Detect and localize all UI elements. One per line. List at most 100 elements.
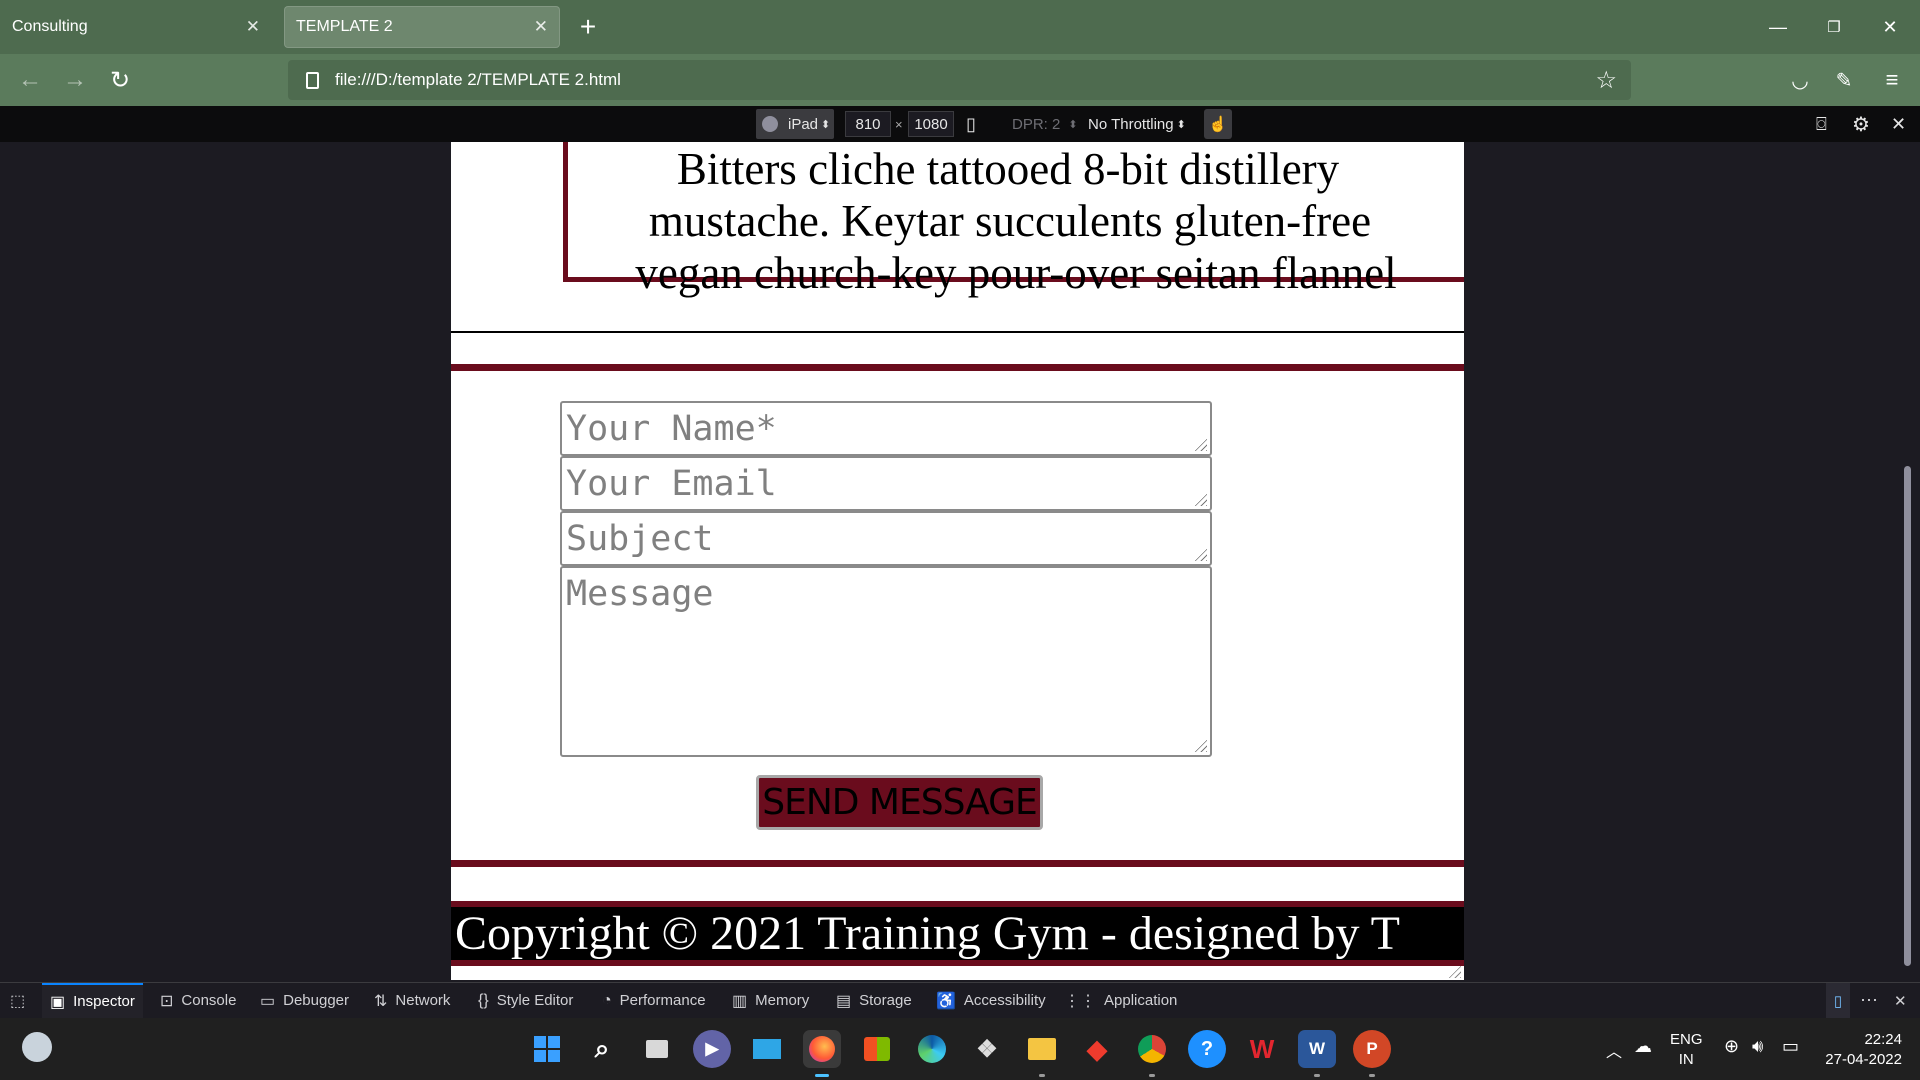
responsive-design-toolbar: iPad ⬍ 810 × 1080 ▯ DPR: 2 ⬍ No Throttling…: [0, 106, 1920, 142]
teams-icon[interactable]: ▶: [693, 1030, 731, 1068]
menu-icon[interactable]: ≡: [1874, 62, 1910, 98]
desktop-icon[interactable]: [748, 1030, 786, 1068]
store-icon[interactable]: [858, 1030, 896, 1068]
tab-accessibility[interactable]: ♿ Accessibility: [936, 983, 1046, 1018]
tab-console[interactable]: ⊡ Console: [160, 983, 236, 1018]
pick-element-icon[interactable]: ⬚: [10, 983, 25, 1018]
storage-icon: ▤: [836, 992, 852, 1010]
reload-icon[interactable]: ↻: [102, 62, 138, 98]
tab-label: Console: [181, 992, 237, 1009]
resize-grip-icon[interactable]: [1193, 437, 1207, 451]
accessibility-icon: ♿: [936, 992, 956, 1010]
device-selector[interactable]: iPad ⬍: [756, 109, 834, 139]
wps-icon[interactable]: W: [1243, 1030, 1281, 1068]
powerpoint-icon[interactable]: P: [1353, 1030, 1391, 1077]
onedrive-icon[interactable]: ☁: [1634, 1036, 1652, 1057]
dimension-separator: ×: [895, 116, 903, 132]
dpr-label: DPR: 2: [1012, 115, 1061, 133]
screenshot-icon[interactable]: ⌼: [1816, 109, 1827, 139]
tab-label: Debugger: [283, 992, 350, 1009]
viewport-width-input[interactable]: 810: [845, 111, 891, 137]
file-explorer-icon[interactable]: [1023, 1030, 1061, 1077]
tab-title: TEMPLATE 2: [296, 18, 393, 35]
settings-icon[interactable]: ⚙: [1852, 109, 1870, 139]
tab-label: Style Editor: [496, 992, 574, 1009]
devtools-toolbar: ⬚ ▣ Inspector ⊡ Console ▭ Debugger ⇅ Network…: [0, 982, 1920, 1018]
send-message-button[interactable]: SEND MESSAGE: [756, 775, 1043, 830]
minimize-icon[interactable]: —: [1750, 0, 1806, 54]
close-devtools-icon[interactable]: ✕: [1894, 983, 1907, 1018]
throttling-selector[interactable]: No Throttling ⬍: [1088, 109, 1186, 139]
tab-inspector[interactable]: ▣ Inspector: [42, 983, 143, 1018]
device-name: iPad: [788, 115, 819, 133]
tab-storage[interactable]: ▤ Storage: [836, 983, 912, 1018]
viewport-resize-grip-icon[interactable]: [1447, 964, 1461, 978]
language-indicator[interactable]: ENG IN: [1670, 1030, 1703, 1070]
tab-network[interactable]: ⇅ Network: [374, 983, 450, 1018]
throttling-label: No Throttling: [1088, 115, 1174, 133]
dpr-selector[interactable]: DPR: 2 ⬍: [1012, 109, 1078, 139]
forward-icon[interactable]: →: [57, 62, 93, 98]
footer: Copyright © 2021 Training Gym - designed…: [451, 901, 1464, 966]
word-icon[interactable]: W: [1298, 1030, 1336, 1077]
anydesk-icon[interactable]: ◆: [1078, 1030, 1116, 1068]
volume-icon[interactable]: 🔊︎: [1752, 1036, 1763, 1057]
windows-taskbar: ⌕ ▶ ❖ ◆ ? W W P ︿ ☁ ENG IN ⊕ 🔊︎ ▭ 22:24 27…: [0, 1018, 1920, 1080]
viewport-height-input[interactable]: 1080: [908, 111, 954, 137]
window-close-icon[interactable]: ✕: [1862, 0, 1918, 54]
tab-memory[interactable]: ▥ Memory: [732, 983, 809, 1018]
tab-performance[interactable]: ◔ Performance: [602, 983, 706, 1018]
close-rdm-icon[interactable]: ✕: [1891, 109, 1906, 139]
back-icon[interactable]: ←: [12, 62, 48, 98]
more-options-icon[interactable]: ⋯: [1860, 983, 1878, 1018]
message-field[interactable]: Message: [560, 566, 1212, 757]
tab-style-editor[interactable]: {} Style Editor: [478, 983, 573, 1018]
tab-application[interactable]: ⋮⋮ Application: [1064, 983, 1177, 1018]
tab-label: Memory: [755, 992, 810, 1009]
eyedropper-icon[interactable]: ✎: [1826, 62, 1862, 98]
weather-icon[interactable]: [22, 1032, 52, 1062]
tab-template-2[interactable]: TEMPLATE 2 ✕: [284, 6, 560, 48]
network-tray-icon[interactable]: ⊕: [1724, 1036, 1739, 1057]
edge-icon[interactable]: [913, 1030, 951, 1068]
resize-grip-icon[interactable]: [1193, 547, 1207, 561]
scrollbar[interactable]: [1904, 466, 1911, 966]
name-field[interactable]: Your Name*: [560, 401, 1212, 456]
chrome-icon[interactable]: [1133, 1030, 1171, 1077]
task-view-icon[interactable]: [638, 1030, 676, 1068]
tab-title: Consulting: [12, 18, 88, 35]
search-icon[interactable]: ⌕: [583, 1030, 621, 1068]
tray-chevron-icon[interactable]: ︿: [1606, 1038, 1622, 1062]
close-icon[interactable]: ✕: [534, 17, 548, 37]
restore-icon[interactable]: ❐: [1806, 0, 1862, 54]
quote-box: Bitters cliche tattooed 8-bit distillery…: [563, 142, 1464, 298]
lang-text: ENG: [1670, 1031, 1703, 1048]
pocket-icon[interactable]: ◡: [1782, 62, 1818, 98]
resize-grip-icon[interactable]: [1193, 492, 1207, 506]
tab-debugger[interactable]: ▭ Debugger: [260, 983, 349, 1018]
bookmark-star-icon[interactable]: ☆: [1595, 66, 1617, 95]
new-tab-button[interactable]: +: [568, 6, 608, 48]
firefox-icon[interactable]: [803, 1030, 841, 1077]
copyright-text: Copyright © 2021 Training Gym - designed…: [455, 907, 1400, 960]
email-field[interactable]: Your Email: [560, 456, 1212, 511]
tab-label: Network: [395, 992, 451, 1009]
touch-simulation-icon[interactable]: ☝: [1204, 109, 1232, 139]
clock[interactable]: 22:24 27-04-2022: [1818, 1030, 1902, 1070]
start-icon[interactable]: [528, 1030, 566, 1068]
rotate-icon[interactable]: ▯: [966, 109, 976, 139]
resize-grip-icon[interactable]: [1193, 738, 1207, 752]
battery-icon[interactable]: ▭: [1782, 1036, 1799, 1057]
help-icon[interactable]: ?: [1188, 1030, 1226, 1068]
tab-consulting[interactable]: Consulting ✕: [0, 6, 272, 48]
responsive-mode-icon[interactable]: ▯: [1826, 983, 1850, 1018]
dropbox-icon[interactable]: ❖: [968, 1030, 1006, 1068]
message-placeholder: Message: [566, 574, 714, 614]
quote-line: vegan church-key pour-over seitan flanne…: [635, 248, 1397, 298]
tab-label: Inspector: [73, 993, 135, 1010]
subject-field[interactable]: Subject: [560, 511, 1212, 566]
quote-line: Bitters cliche tattooed 8-bit distillery: [676, 144, 1340, 194]
close-icon[interactable]: ✕: [246, 17, 260, 37]
application-icon: ⋮⋮: [1064, 992, 1096, 1010]
url-bar[interactable]: file:///D:/template 2/TEMPLATE 2.html ☆: [288, 60, 1631, 100]
